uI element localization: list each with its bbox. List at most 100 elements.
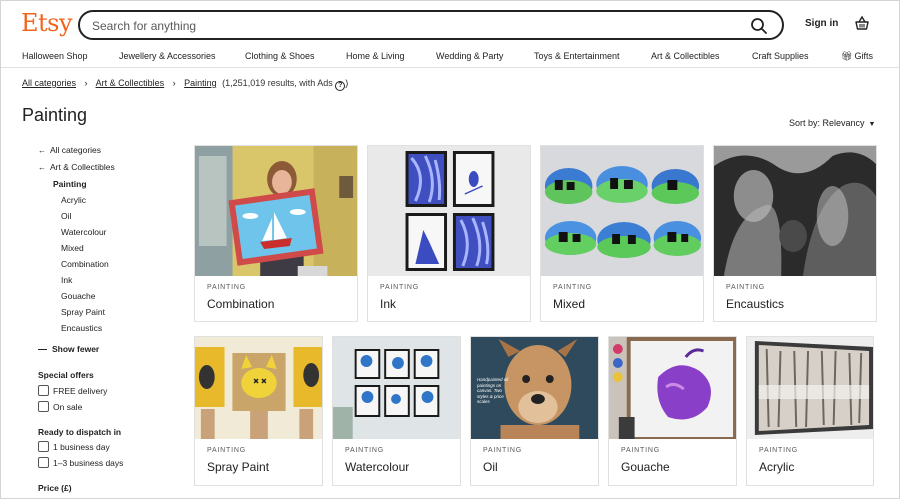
mixed-painting-image bbox=[541, 146, 703, 276]
price-heading: Price (£) bbox=[38, 483, 72, 493]
sidebar-item-spray-paint[interactable]: Spray Paint bbox=[61, 307, 105, 317]
checkbox-label: 1 business day bbox=[53, 441, 110, 452]
checkbox-label: FREE delivery bbox=[53, 385, 108, 396]
search-icon[interactable] bbox=[750, 17, 768, 35]
card-title: Mixed bbox=[553, 297, 586, 311]
checkbox-box[interactable] bbox=[38, 441, 49, 452]
nav-gifts-label: Gifts bbox=[854, 51, 873, 61]
encaustics-painting-image bbox=[714, 146, 876, 276]
card-image bbox=[541, 146, 703, 276]
breadcrumb-art-collectibles[interactable]: Art & Collectibles bbox=[96, 78, 165, 88]
sidebar-item-mixed[interactable]: Mixed bbox=[61, 243, 84, 253]
arrow-left-icon: ← bbox=[38, 146, 46, 155]
breadcrumb-all-categories[interactable]: All categories bbox=[22, 78, 76, 88]
card-image bbox=[609, 337, 736, 439]
nav-craft-supplies[interactable]: Craft Supplies bbox=[752, 51, 809, 61]
free-delivery-checkbox[interactable]: FREE delivery bbox=[38, 385, 107, 396]
search-input[interactable] bbox=[92, 17, 732, 34]
sign-in-link[interactable]: Sign in bbox=[805, 18, 838, 29]
category-card-gouache[interactable]: PAINTING Gouache bbox=[608, 336, 737, 486]
card-kicker: PAINTING bbox=[207, 284, 246, 291]
checkbox-label: On sale bbox=[53, 401, 83, 412]
ink-painting-image bbox=[368, 146, 530, 276]
gift-icon: 🎁︎ bbox=[841, 51, 853, 61]
checkbox-label: 1–3 business days bbox=[53, 457, 124, 468]
card-title: Gouache bbox=[621, 460, 670, 474]
spray-paint-image bbox=[195, 337, 322, 439]
help-icon[interactable]: ? bbox=[335, 81, 346, 91]
card-title: Encaustics bbox=[726, 297, 785, 311]
sort-dropdown[interactable]: Sort by: Relevancy ▼ bbox=[789, 118, 875, 128]
category-card-combination[interactable]: PAINTING Combination bbox=[194, 145, 358, 322]
page-title: Painting bbox=[22, 105, 88, 125]
nav-wedding-party[interactable]: Wedding & Party bbox=[436, 51, 503, 61]
nav-art-collectibles[interactable]: Art & Collectibles bbox=[651, 51, 720, 61]
card-image bbox=[368, 146, 530, 276]
sidebar-item-gouache[interactable]: Gouache bbox=[61, 291, 96, 301]
checkbox-box[interactable] bbox=[38, 457, 49, 468]
card-title: Combination bbox=[207, 297, 275, 311]
sidebar-item-all-categories[interactable]: ← All categories bbox=[38, 145, 101, 155]
category-card-mixed[interactable]: PAINTING Mixed bbox=[540, 145, 704, 322]
sidebar-item-watercolour[interactable]: Watercolour bbox=[61, 227, 107, 237]
category-card-spray-paint[interactable]: PAINTING Spray Paint bbox=[194, 336, 323, 486]
sort-label: Sort by: Relevancy bbox=[789, 118, 865, 128]
checkbox-box[interactable] bbox=[38, 385, 49, 396]
category-card-watercolour[interactable]: PAINTING Watercolour bbox=[332, 336, 461, 486]
category-card-ink[interactable]: PAINTING Ink bbox=[367, 145, 531, 322]
watercolour-painting-image bbox=[333, 337, 460, 439]
nav-jewellery-accessories[interactable]: Jewellery & Accessories bbox=[119, 51, 216, 61]
card-title: Ink bbox=[380, 297, 397, 311]
show-fewer-button[interactable]: Show fewer bbox=[38, 344, 99, 354]
card-kicker: PAINTING bbox=[621, 447, 660, 454]
one-three-day-dispatch-checkbox[interactable]: 1–3 business days bbox=[38, 457, 123, 468]
results-count-close: ) bbox=[345, 78, 349, 88]
sidebar-item-oil[interactable]: Oil bbox=[61, 211, 71, 221]
card-image bbox=[195, 337, 322, 439]
chevron-right-icon: › bbox=[172, 78, 176, 88]
breadcrumb-painting[interactable]: Painting bbox=[184, 78, 217, 88]
sidebar-item-art-collectibles[interactable]: ← Art & Collectibles bbox=[38, 162, 115, 172]
category-nav: Halloween Shop Jewellery & Accessories C… bbox=[1, 48, 899, 68]
nav-clothing-shoes[interactable]: Clothing & Shoes bbox=[245, 51, 315, 61]
card-title: Watercolour bbox=[345, 460, 410, 474]
sidebar-item-acrylic[interactable]: Acrylic bbox=[61, 195, 86, 205]
chevron-right-icon: › bbox=[84, 78, 88, 88]
card-image bbox=[714, 146, 876, 276]
basket-icon[interactable] bbox=[854, 15, 870, 31]
category-card-encaustics[interactable]: PAINTING Encaustics bbox=[713, 145, 877, 322]
breadcrumb: All categories › Art & Collectibles › Pa… bbox=[22, 78, 348, 91]
category-card-oil[interactable]: Handpainted oil paintings on canvas. Two… bbox=[470, 336, 599, 486]
special-offers-heading: Special offers bbox=[38, 370, 94, 380]
sidebar-item-encaustics[interactable]: Encaustics bbox=[61, 323, 102, 333]
sidebar-item-label: All categories bbox=[50, 145, 102, 155]
sidebar-item-ink[interactable]: Ink bbox=[61, 275, 72, 285]
acrylic-painting-image bbox=[747, 337, 873, 439]
nav-halloween-shop[interactable]: Halloween Shop bbox=[22, 51, 88, 61]
category-card-acrylic[interactable]: PAINTING Acrylic bbox=[746, 336, 874, 486]
caret-down-icon: ▼ bbox=[868, 121, 876, 128]
sidebar-item-combination[interactable]: Combination bbox=[61, 259, 109, 269]
card-title: Spray Paint bbox=[207, 460, 270, 474]
gouache-painting-image bbox=[609, 337, 736, 439]
card-image bbox=[747, 337, 873, 439]
card-kicker: PAINTING bbox=[483, 447, 522, 454]
page-frame: Etsy Sign in Halloween Shop Jewellery & … bbox=[0, 0, 900, 499]
etsy-logo[interactable]: Etsy bbox=[21, 9, 73, 37]
results-count: (1,251,019 results, with Ads bbox=[222, 78, 333, 88]
on-sale-checkbox[interactable]: On sale bbox=[38, 401, 82, 412]
nav-toys-entertainment[interactable]: Toys & Entertainment bbox=[534, 51, 620, 61]
sidebar-item-painting[interactable]: Painting bbox=[53, 179, 87, 189]
card-kicker: PAINTING bbox=[553, 284, 592, 291]
card-kicker: PAINTING bbox=[726, 284, 765, 291]
nav-home-living[interactable]: Home & Living bbox=[346, 51, 405, 61]
minus-icon bbox=[38, 348, 47, 350]
one-day-dispatch-checkbox[interactable]: 1 business day bbox=[38, 441, 110, 452]
checkbox-box[interactable] bbox=[38, 401, 49, 412]
sidebar-item-label: Art & Collectibles bbox=[50, 162, 115, 172]
nav-gifts[interactable]: 🎁︎ Gifts bbox=[841, 51, 873, 62]
card-title: Oil bbox=[483, 460, 498, 474]
search-bar[interactable] bbox=[78, 10, 784, 40]
card-kicker: PAINTING bbox=[759, 447, 798, 454]
card-title: Acrylic bbox=[759, 460, 795, 474]
